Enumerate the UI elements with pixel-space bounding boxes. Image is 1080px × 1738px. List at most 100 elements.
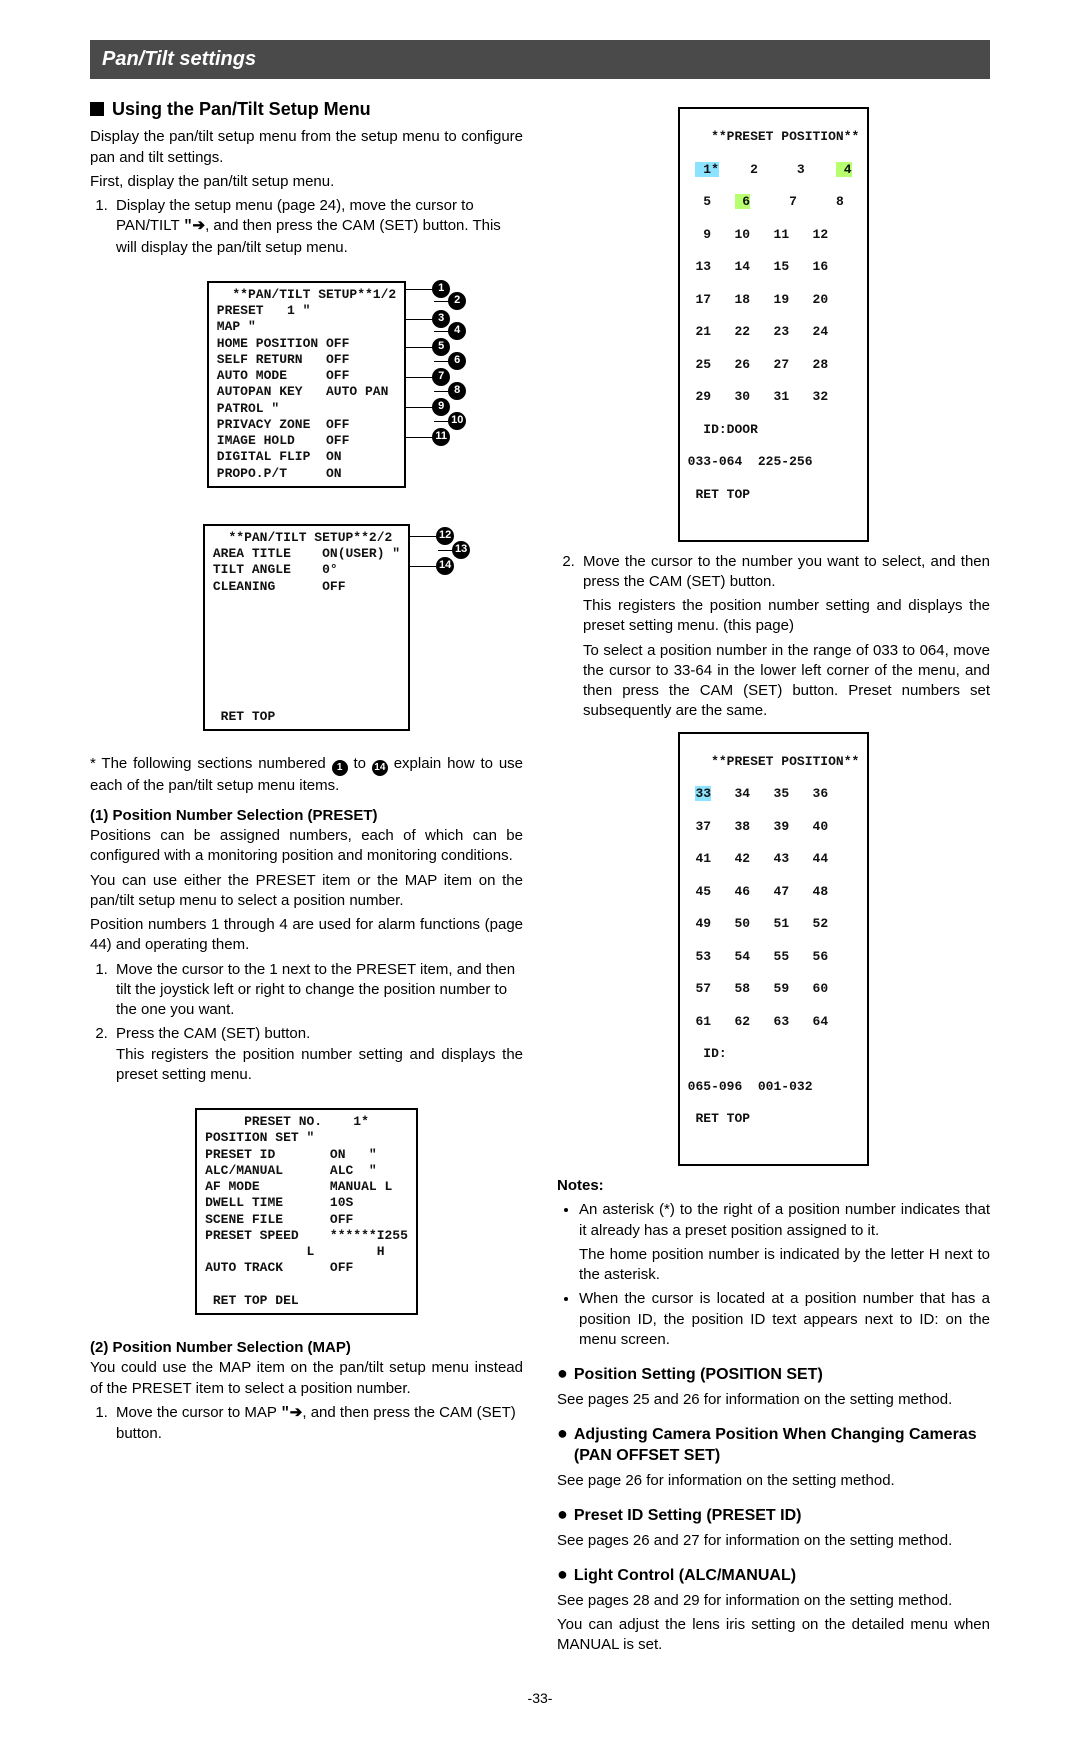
sec1-p3: Position numbers 1 through 4 are used fo… <box>90 915 523 956</box>
square-icon <box>90 102 104 116</box>
pp1-row: 13 14 15 16 <box>688 259 860 275</box>
pp1-title: **PRESET POSITION** <box>688 129 860 145</box>
pp1-range: 033-064 225-256 <box>688 454 860 470</box>
sec2-steps: Move the cursor to MAP "➔, and then pres… <box>90 1403 523 1445</box>
callout-2: 2 <box>448 292 466 310</box>
sec1-step2a: Press the CAM (SET) button. <box>116 1025 310 1042</box>
intro-paragraph-1: Display the pan/tilt setup menu from the… <box>90 127 523 168</box>
footnote: * The following sections numbered 1 to 1… <box>90 754 523 796</box>
heading-text: Using the Pan/Tilt Setup Menu <box>112 97 371 121</box>
heading-preset-id: ● Preset ID Setting (PRESET ID) <box>557 1505 990 1527</box>
sec1-step-1: Move the cursor to the 1 next to the PRE… <box>112 960 523 1021</box>
pp1-row: 21 22 23 24 <box>688 324 860 340</box>
sec1-steps: Move the cursor to the 1 next to the PRE… <box>90 960 523 1086</box>
position-set-p: See pages 25 and 26 for information on t… <box>557 1390 990 1410</box>
callout-1: 1 <box>432 280 450 298</box>
heading-light-control: ● Light Control (ALC/MANUAL) <box>557 1565 990 1587</box>
pantilt-menu-figure-1: **PAN/TILT SETUP**1/2 PRESET 1 " MAP " H… <box>90 268 523 501</box>
pp2-ret: RET TOP <box>688 1111 860 1127</box>
heading-text: Adjusting Camera Position When Changing … <box>574 1424 990 1467</box>
right-steps: Move the cursor to the number you want t… <box>557 552 990 722</box>
page-title-bar: Pan/Tilt settings <box>90 40 990 79</box>
r-step2c: To select a position number in the range… <box>583 641 990 722</box>
pantilt-menu-2: **PAN/TILT SETUP**2/2 AREA TITLE ON(USER… <box>203 524 410 731</box>
preset-position-menu-2: **PRESET POSITION** 33 34 35 36 37 38 39… <box>678 732 870 1167</box>
heading-text: Light Control (ALC/MANUAL) <box>574 1565 796 1587</box>
pp1-row: 5 6 7 8 <box>688 194 860 210</box>
pp1-row: 9 10 11 12 <box>688 227 860 243</box>
callout-6: 6 <box>448 352 466 370</box>
preset-position-menu-1-fig: **PRESET POSITION** 1* 2 3 4 5 6 7 8 9 1… <box>557 107 990 542</box>
callout-9: 9 <box>432 398 450 416</box>
preset-no-menu-figure: PRESET NO. 1* POSITION SET " PRESET ID O… <box>90 1095 523 1328</box>
note2: When the cursor is located at a position… <box>579 1289 990 1350</box>
bullet-icon: ● <box>557 1364 568 1382</box>
preset-position-menu-1: **PRESET POSITION** 1* 2 3 4 5 6 7 8 9 1… <box>678 107 870 542</box>
sec2-p1: You could use the MAP item on the pan/ti… <box>90 1358 523 1399</box>
footnote-circle-1: 1 <box>332 760 348 776</box>
pp2-row: 49 50 51 52 <box>688 916 860 932</box>
sec2-title: (2) Position Number Selection (MAP) <box>90 1338 523 1358</box>
pp2-id: ID: <box>688 1046 860 1062</box>
footnote-circle-14: 14 <box>372 760 388 776</box>
callout-5: 5 <box>432 338 450 356</box>
preset-no-menu: PRESET NO. 1* POSITION SET " PRESET ID O… <box>195 1108 418 1315</box>
callout-7: 7 <box>432 368 450 386</box>
pp2-range: 065-096 001-032 <box>688 1079 860 1095</box>
heading-position-set: ● Position Setting (POSITION SET) <box>557 1364 990 1386</box>
heading-adjust-camera: ● Adjusting Camera Position When Changin… <box>557 1424 990 1467</box>
sec2-step1a: Move the cursor to MAP <box>116 1404 281 1421</box>
page-number: -33- <box>90 1689 990 1708</box>
intro-step-1: Display the setup menu (page 24), move t… <box>112 196 523 258</box>
sec1-title: (1) Position Number Selection (PRESET) <box>90 806 523 826</box>
note-1: An asterisk (*) to the right of a positi… <box>579 1200 990 1285</box>
heading-text: Position Setting (POSITION SET) <box>574 1364 823 1386</box>
callout-3: 3 <box>432 310 450 328</box>
notes-list: An asterisk (*) to the right of a positi… <box>557 1200 990 1350</box>
intro-steps: Display the setup menu (page 24), move t… <box>90 196 523 258</box>
r-step2a: Move the cursor to the number you want t… <box>583 552 990 593</box>
menu-wrapper-1: **PAN/TILT SETUP**1/2 PRESET 1 " MAP " H… <box>207 268 406 501</box>
callout-14: 14 <box>436 557 454 575</box>
page: Pan/Tilt settings Using the Pan/Tilt Set… <box>0 0 1080 1738</box>
light-p1: See pages 28 and 29 for information on t… <box>557 1591 990 1611</box>
pp1-row: 25 26 27 28 <box>688 357 860 373</box>
bullet-icon: ● <box>557 1565 568 1583</box>
pp2-row: 45 46 47 48 <box>688 884 860 900</box>
preset-position-menu-2-fig: **PRESET POSITION** 33 34 35 36 37 38 39… <box>557 732 990 1167</box>
right-step-2: Move the cursor to the number you want t… <box>579 552 990 722</box>
arrow-icon-2: "➔ <box>281 1405 303 1422</box>
left-column: Using the Pan/Tilt Setup Menu Display th… <box>90 97 523 1659</box>
note1b: The home position number is indicated by… <box>579 1245 990 1286</box>
callout-8: 8 <box>448 382 466 400</box>
heading-text: Preset ID Setting (PRESET ID) <box>574 1505 802 1527</box>
arrow-icon: "➔ <box>184 218 206 235</box>
pp2-title: **PRESET POSITION** <box>688 754 860 770</box>
r-step2b: This registers the position number setti… <box>583 596 990 637</box>
callout-4: 4 <box>448 322 466 340</box>
heading-using-pantilt: Using the Pan/Tilt Setup Menu <box>90 97 523 121</box>
menu-wrapper-2: **PAN/TILT SETUP**2/2 AREA TITLE ON(USER… <box>203 511 410 744</box>
sec2-step-1: Move the cursor to MAP "➔, and then pres… <box>112 1403 523 1445</box>
right-column: **PRESET POSITION** 1* 2 3 4 5 6 7 8 9 1… <box>557 97 990 1659</box>
callout-11: 11 <box>432 428 450 446</box>
pp1-ret: RET TOP <box>688 487 860 503</box>
callout-10: 10 <box>448 412 466 430</box>
callout-12: 12 <box>436 527 454 545</box>
pp1-row: 17 18 19 20 <box>688 292 860 308</box>
sec1-p2: You can use either the PRESET item or th… <box>90 871 523 912</box>
light-p2: You can adjust the lens iris setting on … <box>557 1615 990 1656</box>
pantilt-menu-1: **PAN/TILT SETUP**1/2 PRESET 1 " MAP " H… <box>207 281 406 488</box>
pp2-row: 53 54 55 56 <box>688 949 860 965</box>
bullet-icon: ● <box>557 1505 568 1523</box>
sec1-step2b: This registers the position number setti… <box>116 1045 523 1086</box>
footnote-a: * The following sections numbered <box>90 755 332 772</box>
adjust-cam-p: See page 26 for information on the setti… <box>557 1471 990 1491</box>
footnote-b: to <box>353 755 371 772</box>
note1a: An asterisk (*) to the right of a positi… <box>579 1200 990 1241</box>
pp1-row: 29 30 31 32 <box>688 389 860 405</box>
callout-13: 13 <box>452 541 470 559</box>
two-column-layout: Using the Pan/Tilt Setup Menu Display th… <box>90 97 990 1659</box>
preset-id-p: See pages 26 and 27 for information on t… <box>557 1531 990 1551</box>
bullet-icon: ● <box>557 1424 568 1442</box>
